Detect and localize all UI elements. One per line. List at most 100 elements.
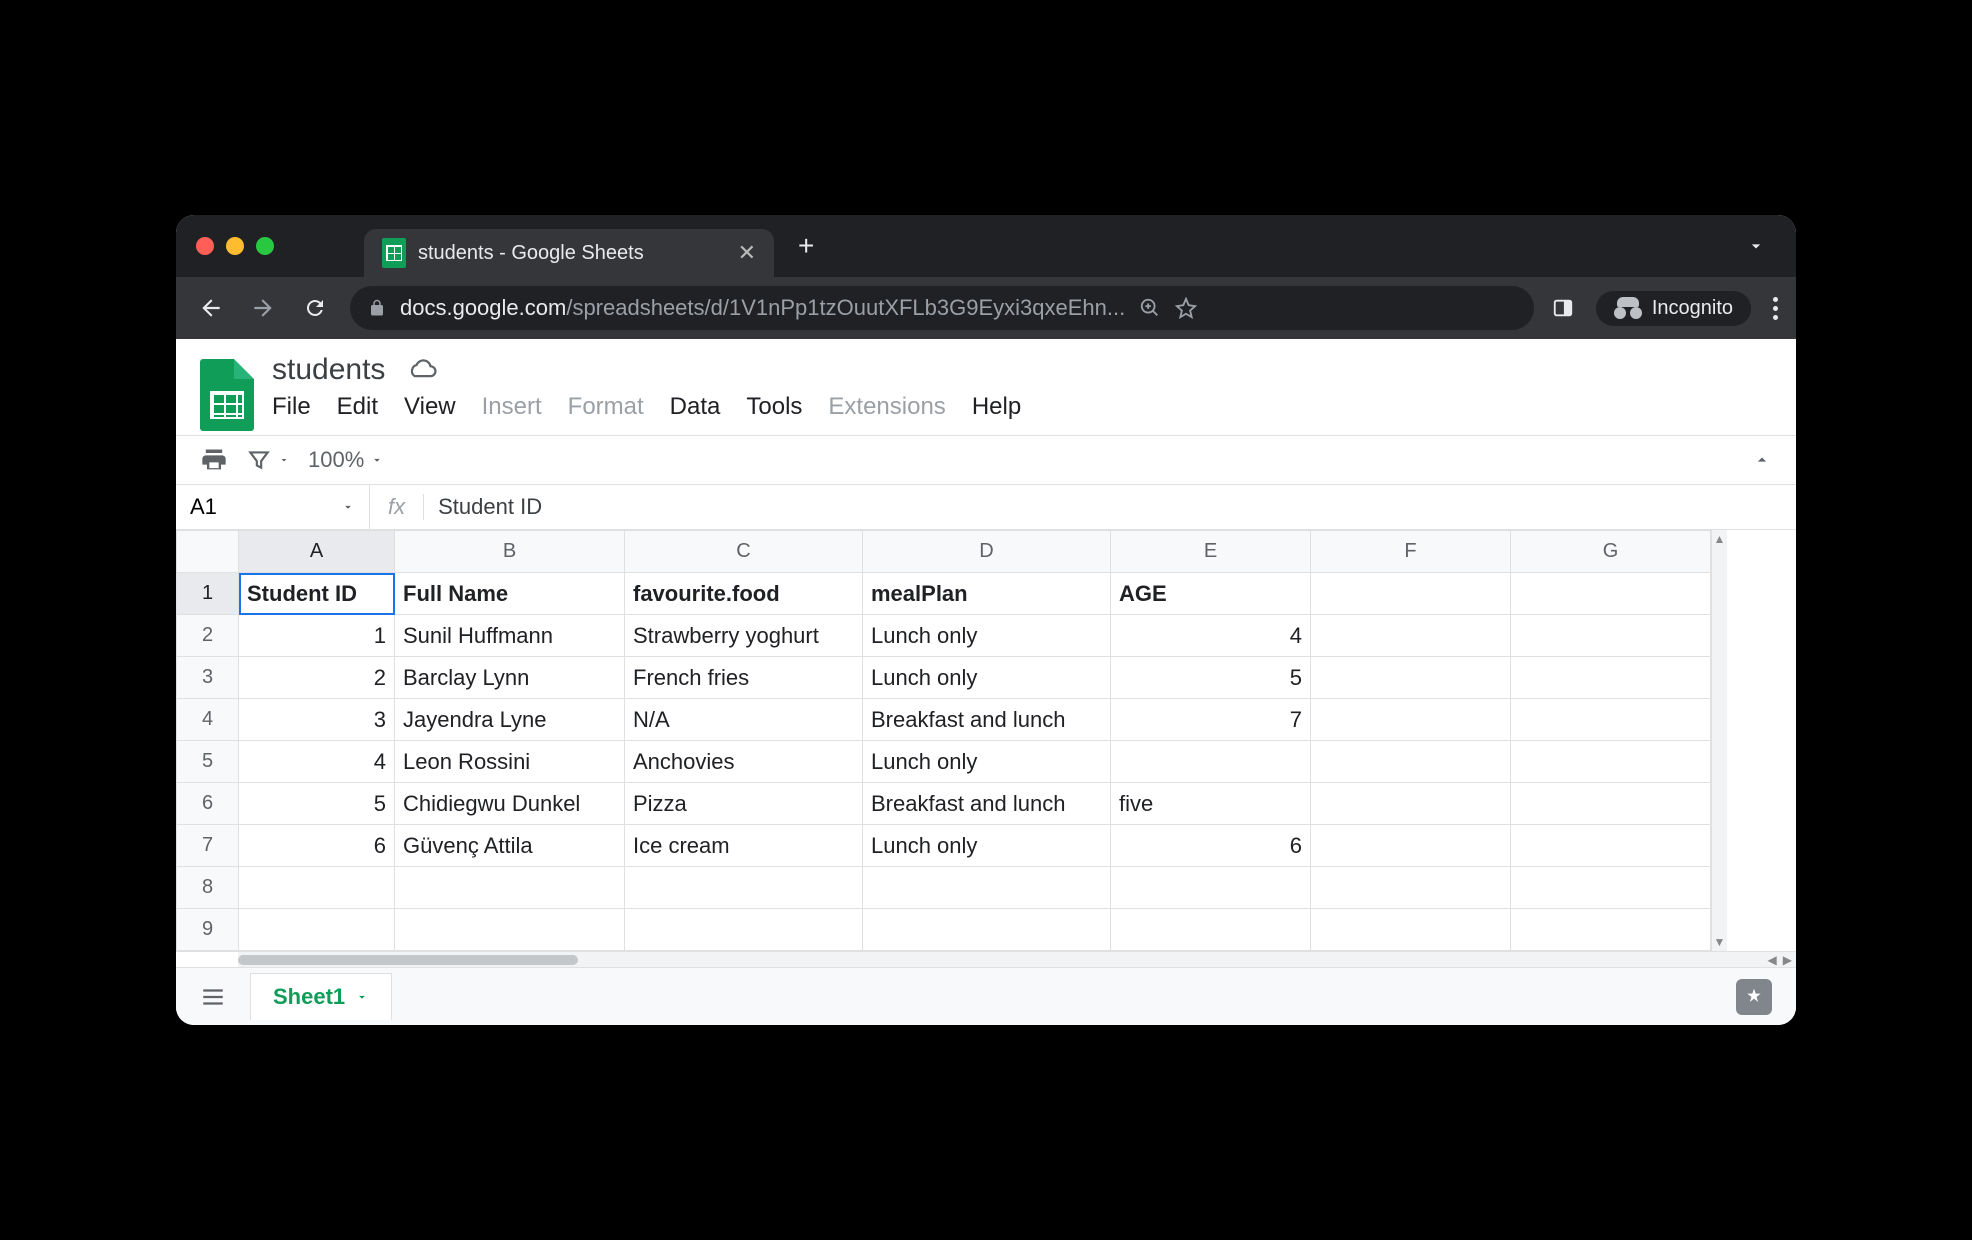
cell-C2[interactable]: Strawberry yoghurt [625,615,863,657]
browser-menu-button[interactable] [1773,297,1778,320]
select-all-cell[interactable] [177,531,239,573]
reload-button[interactable] [298,291,332,325]
forward-button[interactable] [246,291,280,325]
column-header-B[interactable]: B [395,531,625,573]
row-header-6[interactable]: 6 [177,783,239,825]
scroll-down-icon[interactable]: ▼ [1712,935,1727,949]
cell-G5[interactable] [1511,741,1711,783]
scroll-right-icon[interactable]: ▶ [1783,953,1792,967]
menu-insert[interactable]: Insert [482,393,542,421]
maximize-window-button[interactable] [256,237,274,255]
cell-B5[interactable]: Leon Rossini [395,741,625,783]
cell-C9[interactable] [625,909,863,951]
cell-B8[interactable] [395,867,625,909]
formula-input[interactable]: Student ID [424,494,1796,520]
cell-C1[interactable]: favourite.food [625,573,863,615]
star-icon[interactable] [1175,297,1197,319]
cell-G1[interactable] [1511,573,1711,615]
cell-A9[interactable] [239,909,395,951]
cell-C5[interactable]: Anchovies [625,741,863,783]
cell-E1[interactable]: AGE [1111,573,1311,615]
horizontal-scrollbar[interactable]: ◀▶ [238,951,1796,967]
row-header-8[interactable]: 8 [177,867,239,909]
cell-F8[interactable] [1311,867,1511,909]
cell-F1[interactable] [1311,573,1511,615]
row-header-7[interactable]: 7 [177,825,239,867]
cell-F3[interactable] [1311,657,1511,699]
browser-tab[interactable]: students - Google Sheets ✕ [364,229,774,277]
cloud-status-icon[interactable] [407,359,437,381]
column-header-A[interactable]: A [239,531,395,573]
cell-E7[interactable]: 6 [1111,825,1311,867]
cell-B7[interactable]: Güvenç Attila [395,825,625,867]
cell-F2[interactable] [1311,615,1511,657]
explore-button[interactable] [1736,979,1772,1015]
all-sheets-button[interactable] [200,984,226,1010]
cell-D7[interactable]: Lunch only [863,825,1111,867]
cell-D8[interactable] [863,867,1111,909]
scrollbar-thumb[interactable] [238,955,578,965]
cell-C3[interactable]: French fries [625,657,863,699]
collapse-toolbar-button[interactable] [1752,450,1772,470]
row-header-3[interactable]: 3 [177,657,239,699]
cell-E3[interactable]: 5 [1111,657,1311,699]
column-header-D[interactable]: D [863,531,1111,573]
cell-E9[interactable] [1111,909,1311,951]
cell-E2[interactable]: 4 [1111,615,1311,657]
close-tab-button[interactable]: ✕ [738,240,756,266]
url-field[interactable]: docs.google.com/spreadsheets/d/1V1nPp1tz… [350,286,1534,330]
scroll-left-icon[interactable]: ◀ [1768,953,1777,967]
cell-E5[interactable] [1111,741,1311,783]
filter-button[interactable] [246,447,290,473]
cell-G6[interactable] [1511,783,1711,825]
cell-A7[interactable]: 6 [239,825,395,867]
column-header-C[interactable]: C [625,531,863,573]
cell-F9[interactable] [1311,909,1511,951]
cell-C7[interactable]: Ice cream [625,825,863,867]
tabs-dropdown-button[interactable] [1746,236,1766,256]
scroll-up-icon[interactable]: ▲ [1712,532,1727,546]
spreadsheet-grid[interactable]: ABCDEFG 1Student IDFull Namefavourite.foo… [176,530,1711,951]
menu-format[interactable]: Format [568,393,644,421]
zoom-dropdown[interactable]: 100% [308,447,384,473]
menu-extensions[interactable]: Extensions [828,393,945,421]
row-header-2[interactable]: 2 [177,615,239,657]
cell-A4[interactable]: 3 [239,699,395,741]
cell-G7[interactable] [1511,825,1711,867]
cell-A8[interactable] [239,867,395,909]
minimize-window-button[interactable] [226,237,244,255]
incognito-badge[interactable]: Incognito [1596,291,1751,326]
cell-D3[interactable]: Lunch only [863,657,1111,699]
menu-data[interactable]: Data [670,393,721,421]
cell-A3[interactable]: 2 [239,657,395,699]
cell-A1[interactable]: Student ID [239,573,395,615]
row-header-4[interactable]: 4 [177,699,239,741]
sheets-logo-icon[interactable] [200,359,254,431]
cell-E6[interactable]: five [1111,783,1311,825]
column-header-G[interactable]: G [1511,531,1711,573]
cell-A2[interactable]: 1 [239,615,395,657]
new-tab-button[interactable]: + [798,230,814,262]
cell-B1[interactable]: Full Name [395,573,625,615]
menu-view[interactable]: View [404,393,456,421]
cell-G4[interactable] [1511,699,1711,741]
cell-G3[interactable] [1511,657,1711,699]
cell-G8[interactable] [1511,867,1711,909]
menu-file[interactable]: File [272,393,311,421]
cell-C8[interactable] [625,867,863,909]
cell-A6[interactable]: 5 [239,783,395,825]
cell-E4[interactable]: 7 [1111,699,1311,741]
column-header-E[interactable]: E [1111,531,1311,573]
cell-D1[interactable]: mealPlan [863,573,1111,615]
name-box[interactable]: A1 [176,485,370,529]
side-panel-icon[interactable] [1552,297,1574,319]
zoom-icon[interactable] [1139,297,1161,319]
cell-D2[interactable]: Lunch only [863,615,1111,657]
column-header-F[interactable]: F [1311,531,1511,573]
print-button[interactable] [200,446,228,474]
document-name[interactable]: students [272,353,385,387]
close-window-button[interactable] [196,237,214,255]
cell-B2[interactable]: Sunil Huffmann [395,615,625,657]
menu-tools[interactable]: Tools [746,393,802,421]
back-button[interactable] [194,291,228,325]
